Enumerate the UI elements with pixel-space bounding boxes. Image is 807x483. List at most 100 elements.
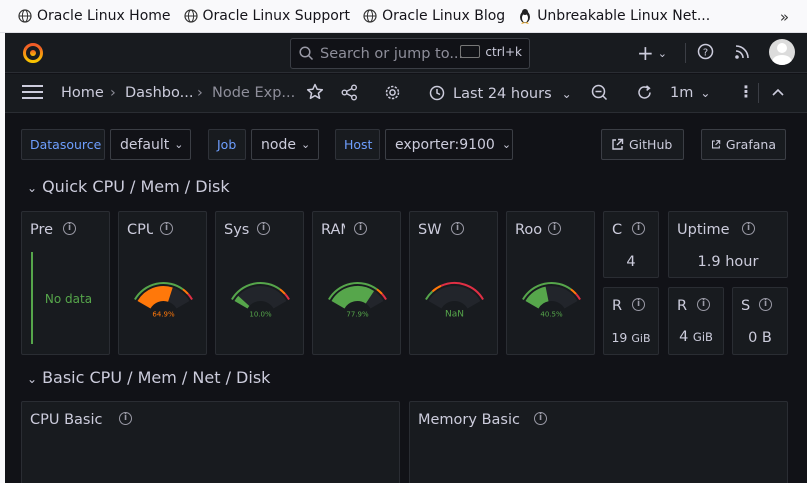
sysload-gauge: 10.0% [231,282,290,319]
chevron-down-icon: ⌄ [700,86,711,100]
share-icon[interactable] [341,84,358,105]
breadcrumb-home[interactable]: Home [61,85,104,101]
host-select[interactable]: exporter:9100 ⌄ [385,129,513,160]
panel-title: R [677,298,688,314]
datasource-select[interactable]: default ⌄ [110,129,191,160]
panel-title: Pre [30,222,54,238]
row-basic-cpu-mem-net-disk[interactable]: ⌄ Basic CPU / Mem / Net / Disk [27,368,270,387]
datasource-value: default [120,136,170,153]
grafana-app: Search or jump to... ctrl+k + ⌄ ? Home › … [5,33,807,483]
panel-cpu-basic[interactable]: CPU Basic i [21,401,400,483]
help-icon[interactable]: ? [697,43,714,64]
user-avatar[interactable] [769,39,795,65]
bookmark-oracle-linux-home[interactable]: Oracle Linux Home [18,8,171,24]
gauge-value-arc [137,286,173,310]
gauge-track [428,286,481,310]
panel-memory-basic[interactable]: Memory Basic i [409,401,788,483]
refresh-icon[interactable] [636,84,653,105]
time-picker-button[interactable]: Last 24 hours ⌄ [429,85,572,102]
bookmark-oracle-linux-blog[interactable]: Oracle Linux Blog [363,8,505,24]
globe-icon [183,9,198,23]
gauge-threshold-band [570,288,577,295]
panel-title: Memory Basic [418,412,520,428]
cpu-gauge: 64.9% [134,282,193,319]
host-value: exporter:9100 [395,136,495,153]
rootfs-total-unit: GiB [692,330,713,344]
svg-text:?: ? [703,48,708,59]
host-variable-label: Host [335,129,380,160]
gauge-threshold-band [182,288,189,295]
gauge-threshold-band [279,288,286,295]
gauge-value-arc [331,286,375,309]
bookmark-label: Oracle Linux Home [37,8,171,24]
panel-pressure[interactable]: Pre i No data [21,211,110,355]
breadcrumb-separator-icon: › [197,85,203,101]
panel-swap-total[interactable]: S i 0 B [732,287,788,355]
gauge-value-label: 77.9% [346,311,369,319]
datasource-variable-label: Datasource [21,129,105,160]
menu-toggle-icon[interactable] [22,83,43,104]
panel-sys-load[interactable]: Sys i 10.0% [215,211,304,355]
grafana-logo-icon[interactable] [22,41,44,67]
more-options-icon[interactable]: ⋮ [738,82,754,101]
divider [758,83,759,103]
chevron-down-icon: ⌄ [501,138,512,151]
gauge-threshold-band [575,293,581,301]
panel-cpu-busy[interactable]: CPU i 64.9% [118,211,207,355]
chevron-down-icon: ⌄ [657,47,667,60]
panel-title: C [612,222,623,238]
globe-icon [18,9,32,23]
panel-rootfs-total[interactable]: R i 4 GiB [668,287,724,355]
search-input[interactable]: Search or jump to... ctrl+k [290,38,530,69]
bookmarks-toolbar: Oracle Linux Home Oracle Linux Support O… [0,0,807,33]
panel-cpu-cores[interactable]: C i 4 [603,211,659,278]
panel-swap-used[interactable]: SW i NaN [409,211,498,355]
clock-icon [429,85,445,101]
panel-title: S [741,298,751,314]
rootfs-total-value: 4 GiB [669,329,723,345]
info-icon[interactable]: i [632,222,645,235]
zoom-out-icon[interactable] [591,84,608,105]
star-icon[interactable] [306,83,324,105]
gauge-threshold-band [381,293,387,301]
search-icon [299,46,314,61]
info-icon[interactable]: i [119,412,132,425]
penguin-icon [520,9,531,24]
info-icon[interactable]: i [697,298,710,311]
new-menu-button[interactable]: + ⌄ [637,41,667,65]
refresh-interval-picker[interactable]: 1m ⌄ [670,85,710,101]
rootfs-gauge: 40.5% [522,282,581,319]
info-icon[interactable]: i [534,412,547,425]
news-feed-icon[interactable] [734,43,751,64]
row-title-label: Quick CPU / Mem / Disk [42,177,230,196]
github-link-label: GitHub [629,137,673,152]
grafana-link-button[interactable]: Grafana [701,129,786,160]
github-link-button[interactable]: GitHub [601,129,684,160]
variables-bar: Datasource default ⌄ Job node ⌄ Host expor… [5,129,807,161]
bookmark-label: Oracle Linux Blog [382,8,506,24]
breadcrumb-dashboards[interactable]: Dashbo... [125,85,193,101]
panel-ram-used[interactable]: RAM i 77.9% [312,211,401,355]
more-bookmarks-icon[interactable]: » [780,8,789,26]
panel-uptime[interactable]: Uptime i 1.9 hour [668,211,788,278]
dashboard-settings-gear-icon[interactable] [384,84,401,105]
panel-root-fs-used[interactable]: Roo i 40.5% [506,211,595,355]
bookmark-unbreakable-linux-network[interactable]: Unbreakable Linux Net... [518,8,710,24]
rootfs-total-number: 4 [679,329,689,345]
swap-total-value: 0 B [748,330,772,346]
uptime-value: 1.9 hour [697,254,759,270]
info-icon[interactable]: i [742,222,755,235]
panel-ram-total[interactable]: R i 19 GiB [603,287,659,355]
job-select[interactable]: node ⌄ [251,129,319,160]
bookmark-oracle-linux-support[interactable]: Oracle Linux Support [183,8,350,24]
row-quick-cpu-mem-disk[interactable]: ⌄ Quick CPU / Mem / Disk [27,177,230,196]
breadcrumb-separator-icon: › [110,85,116,101]
row-title-label: Basic CPU / Mem / Net / Disk [42,368,271,387]
info-icon[interactable]: i [759,298,772,311]
collapse-chevron-up-icon[interactable] [770,84,786,104]
chevron-down-icon: ⌄ [174,138,184,151]
info-icon[interactable]: i [632,298,645,311]
ram-total-unit: GiB [631,332,651,345]
gauge-threshold-band [284,293,290,301]
info-icon[interactable]: i [63,222,76,235]
